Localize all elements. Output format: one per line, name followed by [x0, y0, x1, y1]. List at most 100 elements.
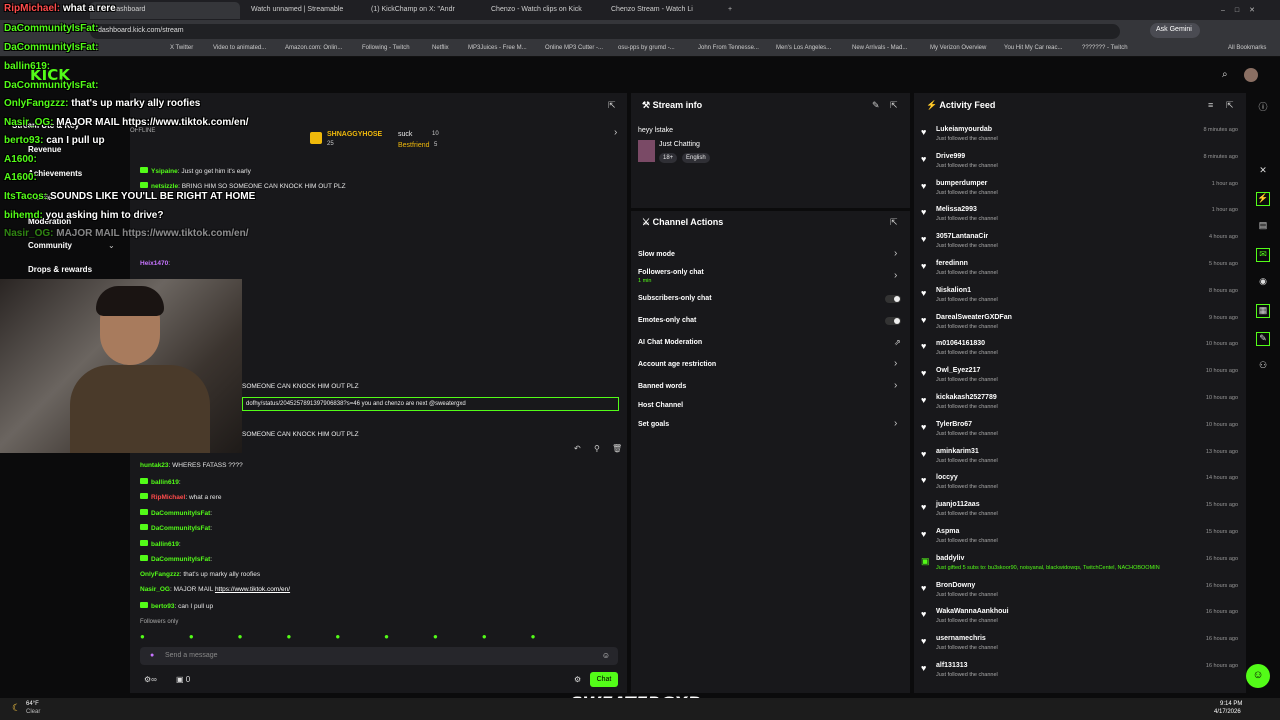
bookmark-amazon[interactable]: Amazon.com: Onlin...: [285, 45, 342, 51]
pin-icon[interactable]: ⚲: [594, 444, 600, 453]
chat-username[interactable]: ballin619: [151, 541, 179, 548]
sidebar-item-drops[interactable]: Drops & rewards: [28, 265, 92, 274]
chat-username[interactable]: DaCommunityIsFat: [151, 510, 210, 517]
tab-chenzo-clips[interactable]: Chenzo - Watch clips on Kick: [485, 2, 600, 19]
activity-username[interactable]: alf131313: [936, 662, 968, 669]
activity-username[interactable]: aminkarim31: [936, 448, 979, 455]
chat-username[interactable]: OnlyFangzzz: [140, 571, 180, 578]
bookmark-tennessee[interactable]: John From Tennesse...: [698, 45, 759, 51]
activity-username[interactable]: feredinnn: [936, 260, 968, 267]
activity-username[interactable]: bumperdumper: [936, 180, 987, 187]
bookmark-mp3juices[interactable]: MP3Juices - Free M...: [468, 45, 527, 51]
bookmark-mp3cutter[interactable]: Online MP3 Cutter -...: [545, 45, 603, 51]
bookmark-verizon[interactable]: My Verizon Overview: [930, 45, 986, 51]
popout-icon[interactable]: ⇱: [608, 100, 616, 111]
action-emotes-only[interactable]: Emotes-only chat: [638, 317, 696, 324]
points-icon[interactable]: ⚙∞: [144, 675, 157, 684]
search-icon[interactable]: ⌕: [1222, 69, 1228, 80]
action-followers-only[interactable]: Followers-only chat: [638, 269, 704, 276]
chat-username[interactable]: huntak23: [140, 462, 169, 469]
popout-icon[interactable]: ⇱: [1226, 100, 1234, 111]
chat-icon[interactable]: ✉: [1256, 248, 1270, 262]
activity-username[interactable]: BronDowny: [936, 582, 975, 589]
chevron-right-icon[interactable]: ›: [614, 127, 617, 138]
chevron-right-icon[interactable]: ›: [894, 380, 897, 391]
message-input[interactable]: ● Send a message ☺: [140, 647, 618, 665]
action-ai-moderation[interactable]: AI Chat Moderation: [638, 339, 702, 346]
chat-username[interactable]: Heix1470: [140, 260, 168, 267]
activity-username[interactable]: Niskalion1: [936, 287, 971, 294]
avatar[interactable]: [1244, 68, 1258, 82]
document-icon[interactable]: ▤: [1256, 220, 1270, 234]
filter-icon[interactable]: ≡: [1208, 100, 1213, 110]
chat-username[interactable]: berto93: [151, 603, 174, 610]
tool-icon[interactable]: ✎: [1256, 332, 1270, 346]
close-icon[interactable]: ✕: [1256, 165, 1270, 179]
sidebar-item-revenue[interactable]: Revenue: [28, 145, 61, 154]
activity-username[interactable]: m01064161830: [936, 340, 985, 347]
subscribers-only-toggle[interactable]: [885, 295, 901, 303]
mic-icon[interactable]: ●: [150, 652, 154, 659]
emote-bar[interactable]: ●●●●●●●●●: [140, 632, 618, 640]
edit-icon[interactable]: ✎: [872, 100, 880, 111]
bookmark-twitch2[interactable]: ??????? - Twitch: [1082, 45, 1128, 51]
activity-username[interactable]: kickakash2527789: [936, 394, 997, 401]
bookmark-all[interactable]: All Bookmarks: [1228, 45, 1266, 51]
activity-username[interactable]: Melissa2993: [936, 206, 977, 213]
clock-date[interactable]: 4/17/2026: [1214, 709, 1241, 715]
action-account-age[interactable]: Account age restriction: [638, 361, 716, 368]
action-subscribers-only[interactable]: Subscribers-only chat: [638, 295, 712, 302]
users-icon[interactable]: ⚇: [1256, 360, 1270, 374]
activity-username[interactable]: WakaWannaAankhoui: [936, 608, 1009, 615]
tab-twitter[interactable]: (1) KickChamp on X: "Andr: [365, 2, 480, 19]
help-chat-button[interactable]: ☺: [1246, 664, 1270, 688]
send-chat-button[interactable]: Chat: [590, 672, 618, 687]
weather-temp[interactable]: 64°F: [26, 701, 39, 707]
settings-icon[interactable]: ⚙: [574, 675, 581, 684]
action-slow-mode[interactable]: Slow mode: [638, 251, 675, 258]
lightning-icon[interactable]: ⚡: [1256, 192, 1270, 206]
info-icon[interactable]: ⓘ: [1256, 100, 1270, 114]
sidebar-item-community[interactable]: Community: [28, 241, 72, 250]
clock-time[interactable]: 9:14 PM: [1220, 701, 1242, 707]
delete-icon[interactable]: 🗑: [612, 444, 622, 453]
chat-username[interactable]: Nasir_OG: [140, 586, 170, 593]
emotes-only-toggle[interactable]: [885, 317, 901, 325]
ask-gemini-button[interactable]: Ask Gemini: [1150, 23, 1200, 38]
bookmark-netflix[interactable]: Netflix: [432, 45, 449, 51]
bookmark-car[interactable]: You Hit My Car reac...: [1004, 45, 1062, 51]
chat-username[interactable]: RipMichael: [151, 494, 185, 501]
activity-username[interactable]: juanjo112aas: [936, 501, 980, 508]
bookmark-new-arrivals[interactable]: New Arrivals - Mad...: [852, 45, 907, 51]
chat-link[interactable]: https://www.tiktok.com/en/: [215, 586, 290, 593]
emoji-icon[interactable]: ☺: [602, 651, 610, 660]
chat-username[interactable]: DaCommunityIsFat: [151, 525, 210, 532]
activity-username[interactable]: 3057LantanaCir: [936, 233, 988, 240]
activity-username[interactable]: Drive999: [936, 153, 965, 160]
activity-username[interactable]: TylerBro67: [936, 421, 972, 428]
tab-streamable[interactable]: Watch unnamed | Streamable: [245, 2, 360, 19]
broadcast-icon[interactable]: ◉: [1256, 276, 1270, 290]
window-controls[interactable]: –□✕: [1215, 2, 1275, 19]
activity-username[interactable]: loccyy: [936, 474, 958, 481]
activity-username[interactable]: Aspma: [936, 528, 959, 535]
chevron-right-icon[interactable]: ›: [894, 270, 897, 281]
new-tab-icon[interactable]: +: [722, 2, 734, 19]
bookmark-mens-la[interactable]: Men's Los Angeles...: [776, 45, 831, 51]
bookmark-osu[interactable]: osu-pps by grumd -...: [618, 45, 675, 51]
action-banned-words[interactable]: Banned words: [638, 383, 686, 390]
chevron-down-icon[interactable]: ⌄: [108, 241, 115, 250]
activity-username[interactable]: baddyliv: [936, 555, 964, 562]
popout-icon[interactable]: ⇱: [890, 217, 898, 228]
bookmark-video[interactable]: Video to animated...: [213, 45, 266, 51]
chat-username[interactable]: ballin619: [151, 479, 179, 486]
activity-username[interactable]: DarealSweaterGXDFan: [936, 314, 1012, 321]
activity-username[interactable]: Lukeiamyourdab: [936, 126, 992, 133]
chat-username[interactable]: netsizzle: [151, 183, 178, 190]
grid-icon[interactable]: ▦: [1256, 304, 1270, 318]
url-input[interactable]: dashboard.kick.com/stream: [90, 24, 1120, 39]
reply-icon[interactable]: ↶: [574, 444, 581, 453]
stream-category[interactable]: Just Chatting: [659, 141, 700, 148]
activity-username[interactable]: usernamechris: [936, 635, 986, 642]
chevron-right-icon[interactable]: ›: [894, 358, 897, 369]
